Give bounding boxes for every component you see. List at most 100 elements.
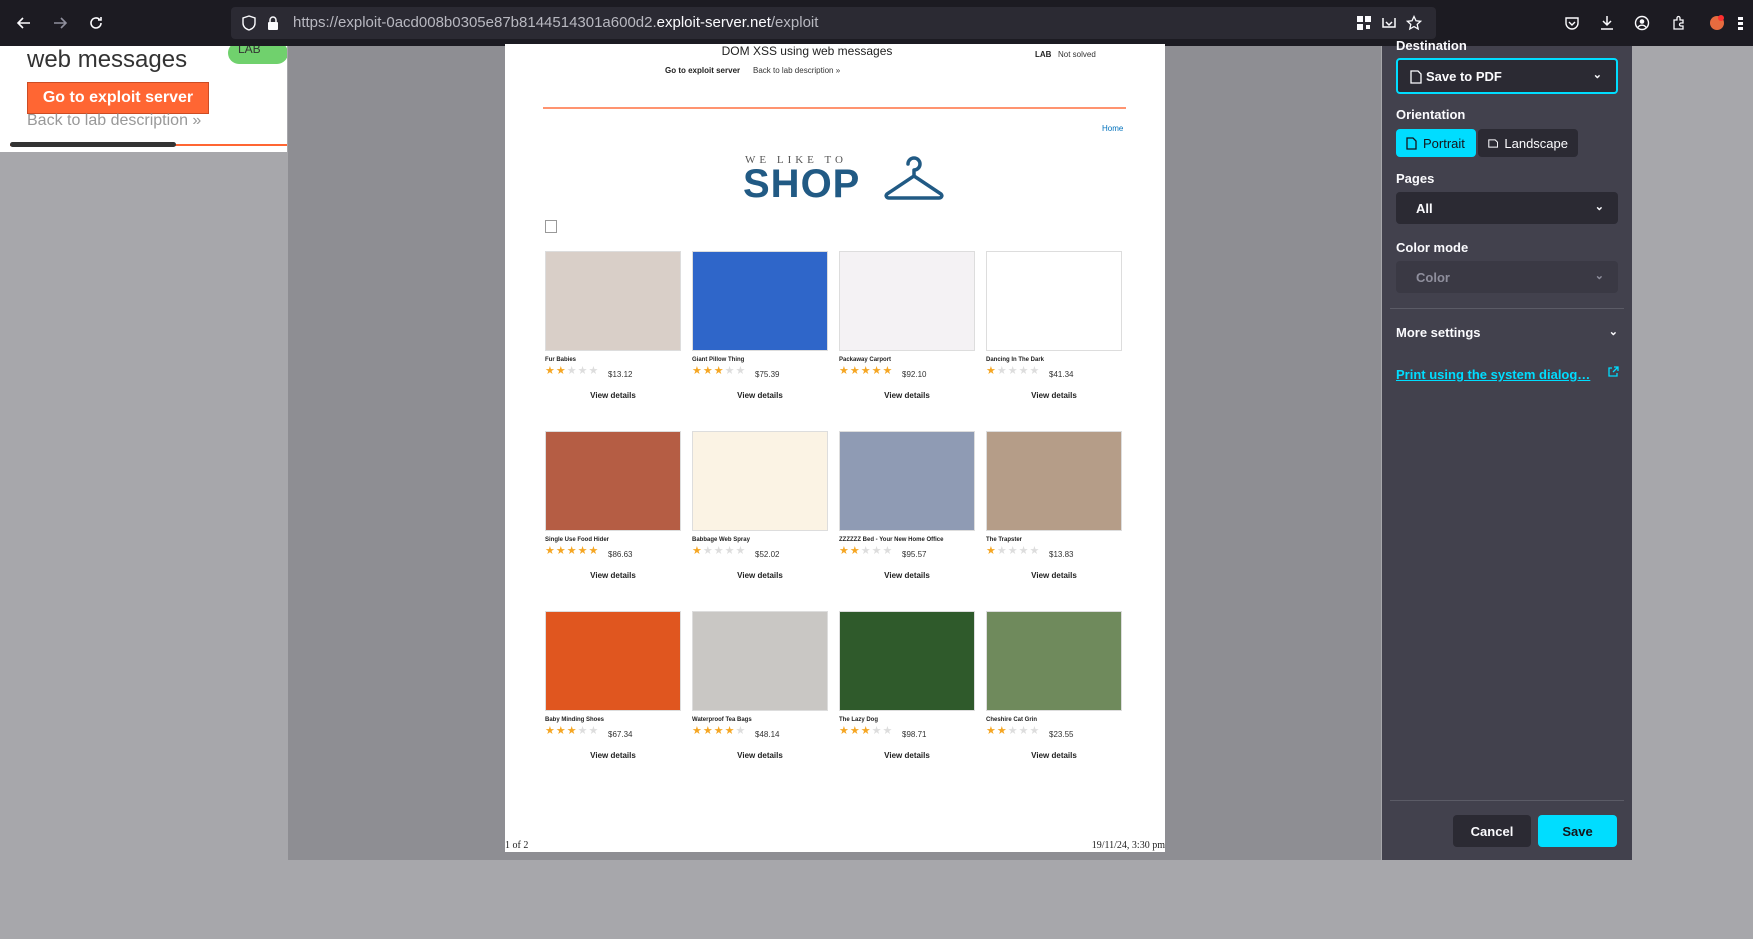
star-icon: ★ <box>577 365 588 377</box>
star-icon: ★ <box>702 725 713 737</box>
view-details-link: View details <box>884 391 930 400</box>
star-icon: ★ <box>996 365 1007 377</box>
product-price: $92.10 <box>902 370 927 379</box>
lab-badge: LAB <box>228 46 287 64</box>
qr-code-icon[interactable] <box>1352 11 1376 35</box>
view-details-link: View details <box>1031 751 1077 760</box>
product-price: $23.55 <box>1049 730 1074 739</box>
product-card: Dancing In The Dark ★ ★ ★ ★ ★ $41.34 View detai… <box>986 251 1122 400</box>
back-arrow-icon[interactable] <box>12 11 36 35</box>
extensions-icon[interactable] <box>1667 11 1691 35</box>
external-link-icon <box>1607 366 1619 381</box>
product-name: Waterproof Tea Bags <box>692 717 752 723</box>
star-icon: ★ <box>713 545 724 557</box>
star-icon: ★ <box>566 545 577 557</box>
save-button[interactable]: Save <box>1538 815 1617 847</box>
page-count: 1 of 2 <box>505 840 529 851</box>
preview-lab-label: LAB <box>1035 50 1052 59</box>
scrollbar[interactable] <box>10 142 176 147</box>
shop-logo-text: SHOP <box>743 162 861 206</box>
product-image <box>839 611 975 711</box>
cancel-button[interactable]: Cancel <box>1453 815 1531 847</box>
star-icon: ★ <box>1018 545 1029 557</box>
star-icon: ★ <box>724 545 735 557</box>
product-image <box>986 431 1122 531</box>
print-system-dialog-link[interactable]: Print using the system dialog… <box>1396 367 1590 382</box>
product-name: Cheshire Cat Grin <box>986 717 1038 723</box>
star-icon: ★ <box>555 365 566 377</box>
star-icon: ★ <box>713 725 724 737</box>
star-icon: ★ <box>735 545 746 557</box>
star-icon: ★ <box>545 365 555 377</box>
product-name: Giant Pillow Thing <box>692 357 745 363</box>
reload-icon[interactable] <box>84 11 108 35</box>
view-details-link: View details <box>884 751 930 760</box>
star-icon: ★ <box>882 545 893 557</box>
print-settings-panel: Destination Save to PDF ⌄ Orientation Po… <box>1382 38 1632 860</box>
product-rating: ★ ★ ★ ★ ★ <box>692 365 745 377</box>
save-to-pocket-page-icon[interactable] <box>1377 11 1401 35</box>
lock-icon[interactable] <box>261 11 285 35</box>
product-price: $13.12 <box>608 370 633 379</box>
account-icon[interactable] <box>1630 11 1654 35</box>
color-mode-value: Color <box>1416 269 1450 285</box>
menu-icon[interactable] <box>1735 11 1747 35</box>
product-rating: ★ ★ ★ ★ ★ <box>545 725 598 737</box>
downloads-icon[interactable] <box>1595 11 1619 35</box>
product-image <box>692 251 828 351</box>
pages-select[interactable]: All ⌄ <box>1396 192 1618 224</box>
product-price: $75.39 <box>755 370 780 379</box>
back-to-lab-description-link[interactable]: Back to lab description » <box>27 112 201 130</box>
url-text: https://exploit-0acd008b0305e87b81445143… <box>293 14 818 31</box>
portrait-label: Portrait <box>1423 135 1465 151</box>
product-card: Fur Babies ★ ★ ★ ★ ★ $13.12 View details <box>545 251 681 400</box>
product-price: $95.57 <box>902 550 927 559</box>
star-icon: ★ <box>871 365 882 377</box>
chevron-down-icon: ⌄ <box>1594 270 1604 282</box>
hanger-icon <box>884 156 944 200</box>
pocket-icon[interactable] <box>1560 11 1584 35</box>
star-icon: ★ <box>702 365 713 377</box>
extension-fox-icon[interactable] <box>1705 11 1729 35</box>
product-image <box>839 431 975 531</box>
url-domain: exploit-server.net <box>656 14 771 31</box>
star-icon: ★ <box>588 545 599 557</box>
portrait-option[interactable]: Portrait <box>1396 129 1476 157</box>
bookmark-star-icon[interactable] <box>1402 11 1426 35</box>
forward-arrow-icon[interactable] <box>48 11 72 35</box>
star-icon: ★ <box>692 545 702 557</box>
url-path: /exploit <box>770 14 819 31</box>
star-icon: ★ <box>692 725 702 737</box>
star-icon: ★ <box>692 365 702 377</box>
star-icon: ★ <box>545 725 555 737</box>
document-icon <box>1410 70 1422 84</box>
view-details-link: View details <box>737 391 783 400</box>
chevron-down-icon: ⌄ <box>1594 201 1604 213</box>
more-settings-toggle[interactable]: More settings ⌄ <box>1396 325 1618 340</box>
product-name: Babbage Web Spray <box>692 537 750 543</box>
star-icon: ★ <box>839 725 849 737</box>
product-rating: ★ ★ ★ ★ ★ <box>986 545 1039 557</box>
star-icon: ★ <box>735 365 746 377</box>
destination-value: Save to PDF <box>1426 68 1502 84</box>
more-settings-label: More settings <box>1396 325 1481 340</box>
star-icon: ★ <box>839 365 849 377</box>
preview-go-to-exploit-server: Go to exploit server <box>665 66 741 75</box>
product-price: $67.34 <box>608 730 633 739</box>
shield-icon[interactable] <box>237 11 261 35</box>
product-name: Baby Minding Shoes <box>545 717 605 723</box>
product-image <box>986 251 1122 351</box>
chevron-down-icon: ⌄ <box>1608 326 1618 338</box>
star-icon: ★ <box>555 545 566 557</box>
go-to-exploit-server-button[interactable]: Go to exploit server <box>27 82 209 114</box>
color-mode-select: Color ⌄ <box>1396 261 1618 293</box>
landscape-label: Landscape <box>1504 135 1568 151</box>
destination-select[interactable]: Save to PDF ⌄ <box>1396 58 1618 94</box>
url-bar[interactable]: https://exploit-0acd008b0305e87b81445143… <box>231 7 1436 39</box>
product-card: Baby Minding Shoes ★ ★ ★ ★ ★ $67.34 View detail… <box>545 611 681 760</box>
star-icon: ★ <box>871 545 882 557</box>
product-name: Single Use Food Hider <box>545 537 610 543</box>
product-card: ZZZZZZ Bed - Your New Home Office ★ ★ ★ ★ ★ $9… <box>839 431 975 580</box>
product-image <box>986 611 1122 711</box>
landscape-option[interactable]: Landscape <box>1478 129 1578 157</box>
